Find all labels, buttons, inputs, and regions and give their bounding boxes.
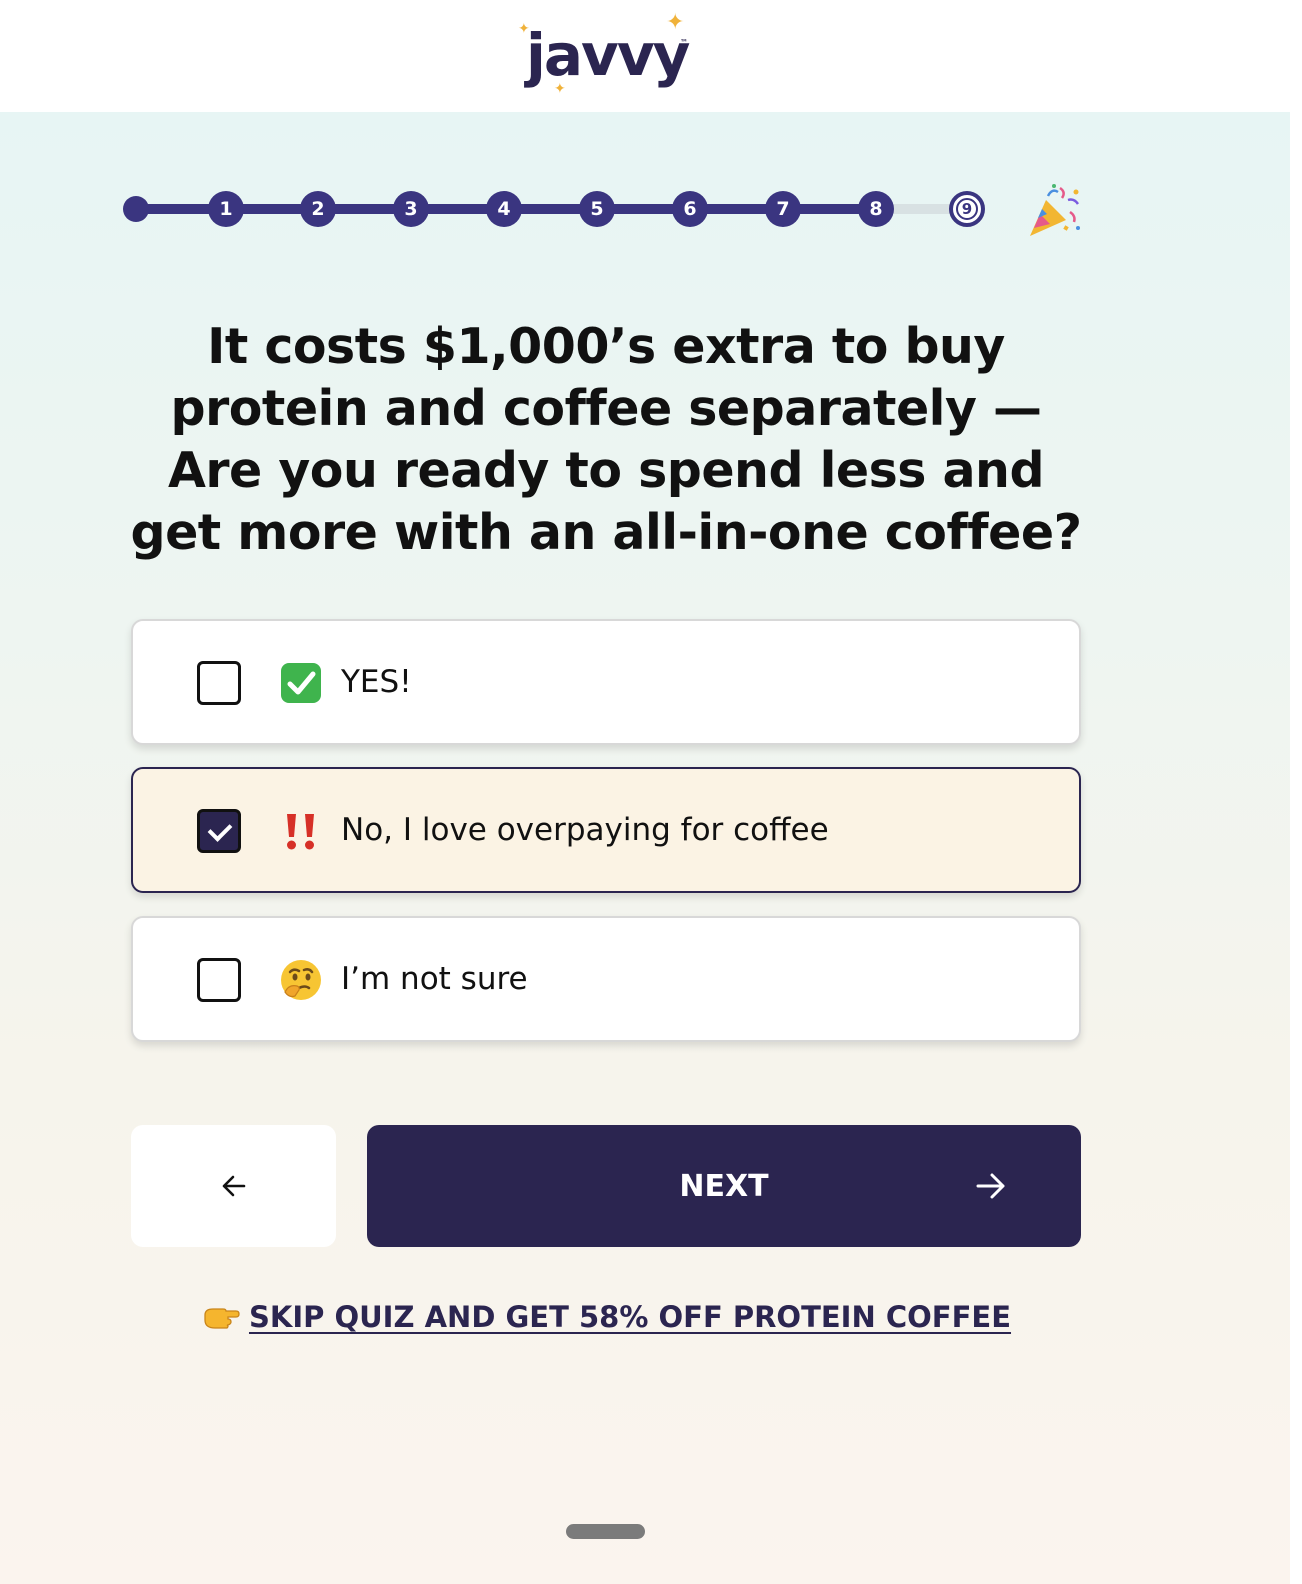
option-label: YES! bbox=[341, 664, 412, 700]
next-button[interactable]: NEXT bbox=[367, 1125, 1081, 1247]
party-popper-icon bbox=[1030, 184, 1080, 236]
skip-quiz-link[interactable]: SKIP QUIZ AND GET 58% OFF PROTEIN COFFEE bbox=[249, 1300, 1011, 1334]
progress-step-9-current: 9 bbox=[949, 191, 985, 227]
progress-step-8: 8 bbox=[858, 191, 894, 227]
question-heading: It costs $1,000’s extra to buy protein a… bbox=[130, 318, 1083, 561]
option-label: I’m not sure bbox=[341, 961, 528, 997]
double-exclamation-emoji-icon bbox=[287, 814, 314, 850]
page-edge bbox=[1290, 112, 1302, 1584]
thinking-face-emoji-icon bbox=[281, 960, 321, 1000]
trademark-symbol: ™ bbox=[680, 38, 688, 47]
option-yes[interactable]: YES! bbox=[131, 619, 1081, 745]
quiz-main: 1 2 3 4 5 6 7 8 9 It costs $1,000’s extr… bbox=[0, 112, 1290, 1584]
next-button-label: NEXT bbox=[679, 1168, 769, 1204]
progress-step-4: 4 bbox=[486, 191, 522, 227]
progress-bar: 1 2 3 4 5 6 7 8 9 bbox=[0, 112, 1290, 312]
option-checkbox[interactable] bbox=[197, 661, 241, 705]
option-checkbox-checked[interactable] bbox=[197, 809, 241, 853]
check-mark-emoji-icon bbox=[281, 663, 321, 703]
progress-step-5: 5 bbox=[579, 191, 615, 227]
option-not-sure[interactable]: I’m not sure bbox=[131, 916, 1081, 1042]
progress-step-1: 1 bbox=[208, 191, 244, 227]
progress-step-6: 6 bbox=[672, 191, 708, 227]
progress-step-7: 7 bbox=[765, 191, 801, 227]
pointing-hand-emoji-icon bbox=[204, 1308, 240, 1329]
javvy-logo[interactable]: ✦ ✦ ✦ javvy ™ bbox=[518, 12, 698, 102]
skip-quiz-row: SKIP QUIZ AND GET 58% OFF PROTEIN COFFEE bbox=[0, 1292, 1212, 1342]
header: ✦ ✦ ✦ javvy ™ bbox=[0, 0, 1302, 112]
progress-start-dot bbox=[123, 196, 149, 222]
logo-text: javvy bbox=[526, 21, 690, 89]
progress-step-2: 2 bbox=[300, 191, 336, 227]
home-indicator[interactable] bbox=[566, 1524, 645, 1539]
option-checkbox[interactable] bbox=[197, 958, 241, 1002]
option-no-overpaying[interactable]: No, I love overpaying for coffee bbox=[131, 767, 1081, 893]
progress-step-3: 3 bbox=[393, 191, 429, 227]
arrow-right-icon bbox=[976, 1173, 1005, 1199]
option-label: No, I love overpaying for coffee bbox=[341, 812, 829, 848]
back-button[interactable] bbox=[131, 1125, 336, 1247]
arrow-left-icon bbox=[222, 1175, 246, 1197]
